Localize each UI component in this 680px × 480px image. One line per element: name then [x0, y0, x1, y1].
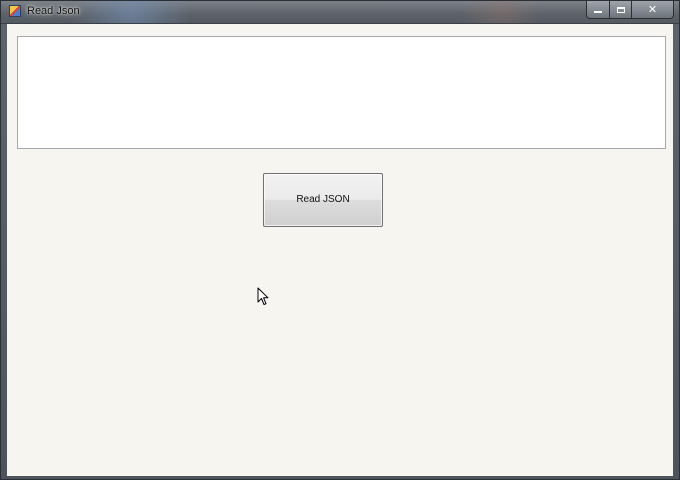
minimize-icon [594, 11, 602, 13]
form-client-area: Read JSON [7, 24, 673, 476]
close-icon: ✕ [647, 3, 658, 16]
minimize-button[interactable] [586, 1, 610, 19]
app-form-icon[interactable] [9, 5, 21, 17]
app-window: Read Json ✕ Read JSON [0, 0, 680, 480]
arrow-cursor-icon [257, 287, 269, 305]
close-button[interactable]: ✕ [632, 1, 674, 19]
read-json-button[interactable]: Read JSON [263, 173, 383, 227]
window-controls: ✕ [586, 1, 674, 19]
window-title: Read Json [27, 5, 80, 17]
json-output-textbox[interactable] [17, 36, 666, 149]
maximize-button[interactable] [610, 1, 632, 19]
title-bar[interactable]: Read Json ✕ [1, 1, 679, 24]
maximize-icon [616, 6, 625, 13]
